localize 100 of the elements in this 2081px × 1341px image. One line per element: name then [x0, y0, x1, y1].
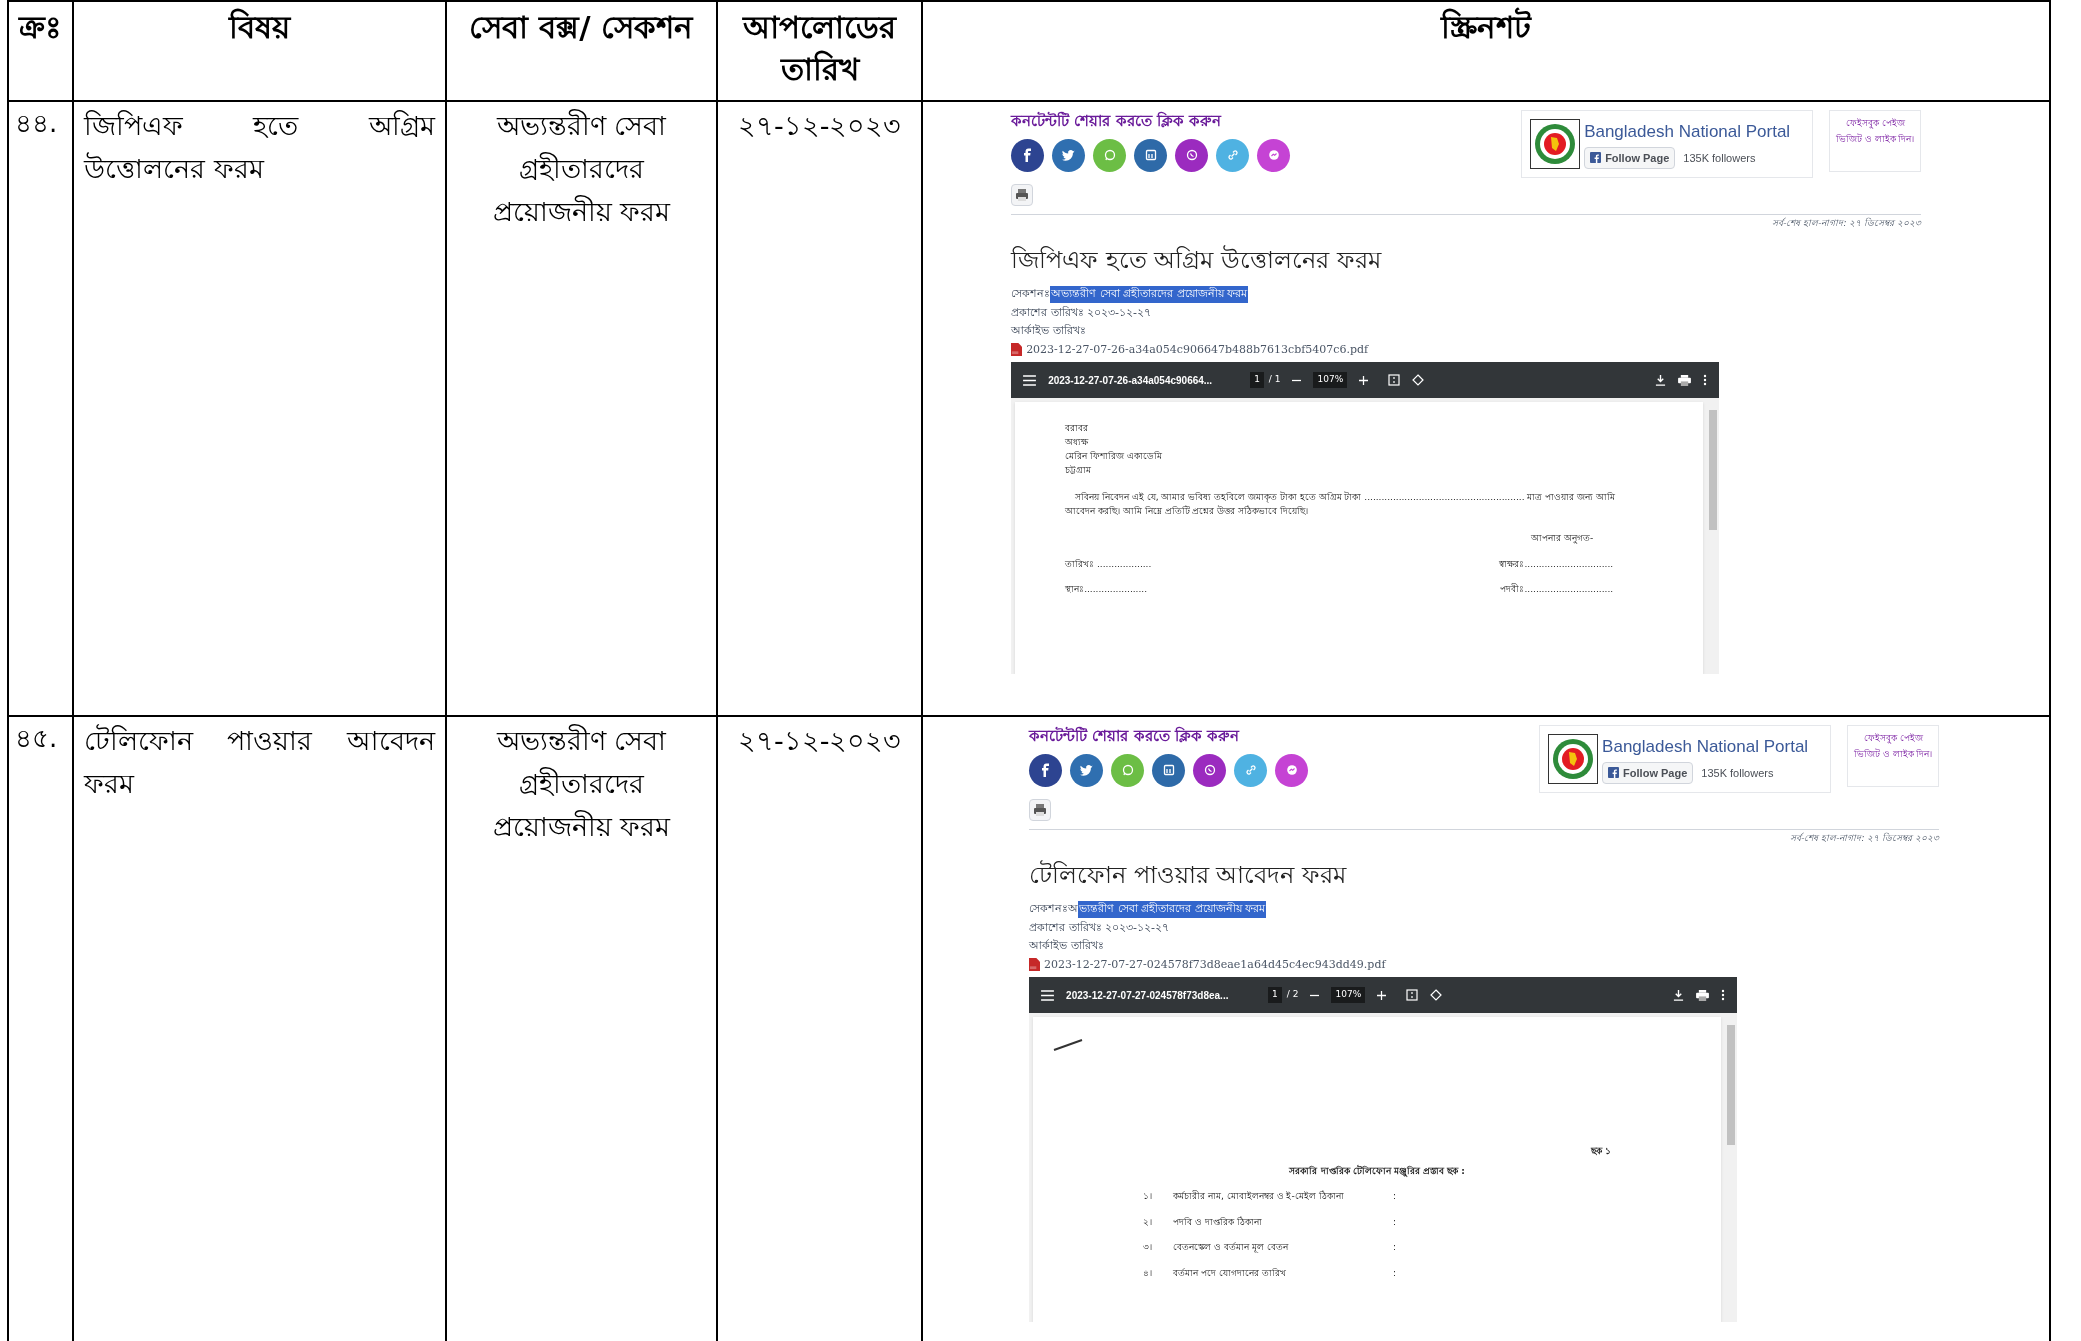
published-date: প্রকাশের তারিখঃ ২০২৩-১২-২৭	[1029, 919, 1171, 936]
follow-page-button[interactable]: Follow Page	[1584, 146, 1676, 169]
printer-icon	[1032, 801, 1049, 818]
section-link[interactable]: অভ্যন্তরীণ সেবা গ্রহীতারদের প্রয়োজনীয় ফরম	[1050, 286, 1249, 303]
printer-icon	[1678, 374, 1692, 386]
printer-icon	[1696, 989, 1710, 1001]
menu-icon	[1041, 989, 1055, 1001]
published-date: প্রকাশের তারিখঃ ২০২৩-১২-২৭	[1011, 304, 1153, 321]
last-updated-text: সর্ব-শেষ হাল-নাগাদ: ২৭ ডিসেম্বর ২০২৩	[1772, 216, 1922, 230]
item-number: ১।	[1143, 1190, 1154, 1203]
zoom-field[interactable]: 107%	[1313, 372, 1348, 388]
rotate-icon	[1412, 374, 1425, 386]
messenger-share-button[interactable]	[1275, 753, 1309, 787]
zoom-in-icon	[1377, 990, 1387, 1000]
page-total: / 2	[1286, 988, 1299, 1002]
more-options-icon	[1703, 374, 1708, 386]
facebook-visit-note[interactable]: ফেইসবুক পেইজ ভিজিট ও লাইক দিন।	[1829, 110, 1922, 172]
printer-icon	[1014, 186, 1031, 203]
section-prefix: অ	[1068, 901, 1079, 917]
pen-stroke-drawing	[1053, 1039, 1084, 1051]
scrollbar-thumb[interactable]	[1709, 410, 1718, 530]
print-button[interactable]	[1029, 798, 1052, 821]
pdf-file-icon	[1029, 958, 1041, 972]
menu-icon	[1023, 374, 1037, 386]
fit-page-icon	[1388, 374, 1401, 386]
item-label: বর্তমান পদে যোগদানের তারিখ	[1173, 1266, 1287, 1280]
page-title: টেলিফোন পাওয়ার আবেদন ফরম	[1029, 859, 1348, 891]
subject-text: টেলিফোন পাওয়ার আবেদন ফরম	[83, 723, 435, 801]
linkedin-share-button[interactable]	[1134, 138, 1168, 172]
facebook-share-button[interactable]	[1011, 138, 1045, 172]
letter-text: পদবীঃ...............................	[1500, 583, 1614, 596]
letter-text: অধ্যক্ষ	[1065, 438, 1090, 446]
page-title: জিপিএফ হতে অগ্রিম উত্তোলনের ফরম	[1011, 244, 1383, 276]
rotate-icon	[1430, 989, 1443, 1001]
bird-share-button[interactable]	[1052, 138, 1086, 172]
column-header: স্ক্রিনশট	[1441, 6, 1532, 47]
item-number: ৩।	[1143, 1241, 1154, 1254]
letter-text: ছক ১	[1590, 1145, 1612, 1158]
letter-text: স্বাক্ষরঃ...............................	[1499, 557, 1614, 571]
facebook-icon	[1608, 767, 1620, 779]
page-name-link[interactable]: Bangladesh National Portal	[1584, 119, 1791, 145]
scrollbar-thumb[interactable]	[1727, 1025, 1736, 1145]
download-icon	[1673, 989, 1685, 1001]
item-colon: :	[1393, 1215, 1397, 1229]
zoom-field[interactable]: 107%	[1331, 987, 1366, 1003]
page-number-field[interactable]: 1	[1268, 987, 1282, 1003]
messenger-share-button[interactable]	[1257, 138, 1291, 172]
facebook-visit-note[interactable]: ফেইসবুক পেইজ ভিজিট ও লাইক দিন।	[1847, 725, 1940, 787]
follower-count: 135K followers	[1701, 765, 1774, 781]
item-colon: :	[1393, 1190, 1397, 1203]
column-header: বিষয়	[228, 7, 290, 47]
share-prompt: কনটেন্টটি শেয়ার করতে ক্লিক করুন	[1011, 110, 1223, 132]
column-header: আপলোডের তারিখ	[741, 8, 898, 89]
item-number: ২।	[1143, 1215, 1154, 1229]
file-link[interactable]: 2023-12-27-07-26-a34a054c906647b488b7613cbf5407c6.pdf	[1026, 341, 1369, 358]
letter-text: আপনার অনুগত-	[1531, 532, 1594, 546]
serial-number: ৪৫.	[15, 723, 58, 753]
item-label: বেতনস্কেল ও বর্তমান মূল বেতন	[1173, 1241, 1290, 1255]
letter-text: চট্টগ্রাম	[1065, 466, 1093, 474]
pdf-file-icon	[1011, 343, 1023, 357]
item-label: পদবি ও দাপ্তরিক ঠিকানা	[1173, 1215, 1263, 1229]
archive-date: আর্কাইভ তারিখঃ	[1029, 938, 1105, 954]
subject-text: জিপিএফ হতে অগ্রিম উত্তোলনের ফরম	[83, 109, 435, 186]
letter-text: স্থানঃ......................	[1065, 583, 1148, 596]
section-label: সেকশনঃ	[1011, 286, 1051, 302]
share-prompt: কনটেন্টটি শেয়ার করতে ক্লিক করুন	[1029, 725, 1241, 747]
facebook-share-button[interactable]	[1029, 753, 1063, 787]
item-label: কর্মচারীর নাম, মোবাইলনম্বর ও ই-মেইল ঠিকানা	[1173, 1190, 1345, 1203]
form-heading: সরকারি দাপ্তরিক টেলিফোন মঞ্জুরির প্রস্তাব ছক :	[1289, 1164, 1465, 1178]
page-number-field[interactable]: 1	[1250, 372, 1264, 388]
serial-number: ৪৪.	[15, 108, 58, 138]
page-total: / 1	[1268, 373, 1281, 387]
last-updated-text: সর্ব-শেষ হাল-নাগাদ: ২৭ ডিসেম্বর ২০২৩	[1790, 831, 1940, 845]
follow-page-button[interactable]: Follow Page	[1602, 761, 1694, 784]
upload-date: ২৭-১২-২০২৩	[737, 724, 902, 758]
letter-text: মেরিন ফিশারিজ একাডেমি	[1065, 452, 1163, 460]
section-label: সেকশনঃ	[1029, 901, 1069, 917]
item-colon: :	[1393, 1241, 1397, 1254]
column-header: ক্রঃ	[18, 8, 62, 47]
download-icon	[1655, 374, 1667, 386]
archive-date: আর্কাইভ তারিখঃ	[1011, 323, 1087, 339]
page-name-link[interactable]: Bangladesh National Portal	[1602, 734, 1809, 760]
linkedin-share-button[interactable]	[1152, 753, 1186, 787]
section-text: অভ্যন্তরীণ সেবা গ্রহীতারদের প্রয়োজনীয় ফরম	[491, 108, 672, 229]
fit-page-icon	[1406, 989, 1419, 1001]
facebook-icon	[1590, 152, 1602, 164]
column-header: সেবা বক্স/ সেকশন	[469, 8, 694, 47]
print-button[interactable]	[1011, 183, 1034, 206]
letter-text: বরাবর	[1065, 424, 1090, 432]
bird-share-button[interactable]	[1070, 753, 1104, 787]
emblem-logo	[1548, 734, 1599, 784]
upload-date: ২৭-১২-২০২৩	[738, 109, 902, 143]
emblem-logo	[1530, 119, 1581, 169]
file-link[interactable]: 2023-12-27-07-27-024578f73d8eae1a64d45c4ec943dd49.pdf	[1044, 956, 1386, 973]
letter-text: তারিখঃ ...................	[1065, 557, 1152, 571]
file-title: 2023-12-27-07-26-a34a054c90664...	[1048, 373, 1214, 388]
section-text: অভ্যন্তরীণ সেবা গ্রহীতারদের প্রয়োজনীয় ফরম	[491, 723, 672, 844]
zoom-in-icon	[1359, 375, 1369, 385]
letter-paragraph: সবিনয় নিবেদন এই যে, আমার ভবিষ্য তহবিলে জমাকৃত টাকা হতে অগ্রিম টাকা ........................................................ মাত্র পাওয়ার জন্য আমি আবেদন করছি। আমি নিম্নে প্রতিটি প্রশ্নের উত্তর সঠিকভাবে দিয়েছি।	[1065, 490, 1616, 518]
section-link[interactable]: ভ্যন্তরীণ সেবা গ্রহীতারদের প্রয়োজনীয় ফরম	[1078, 901, 1267, 918]
